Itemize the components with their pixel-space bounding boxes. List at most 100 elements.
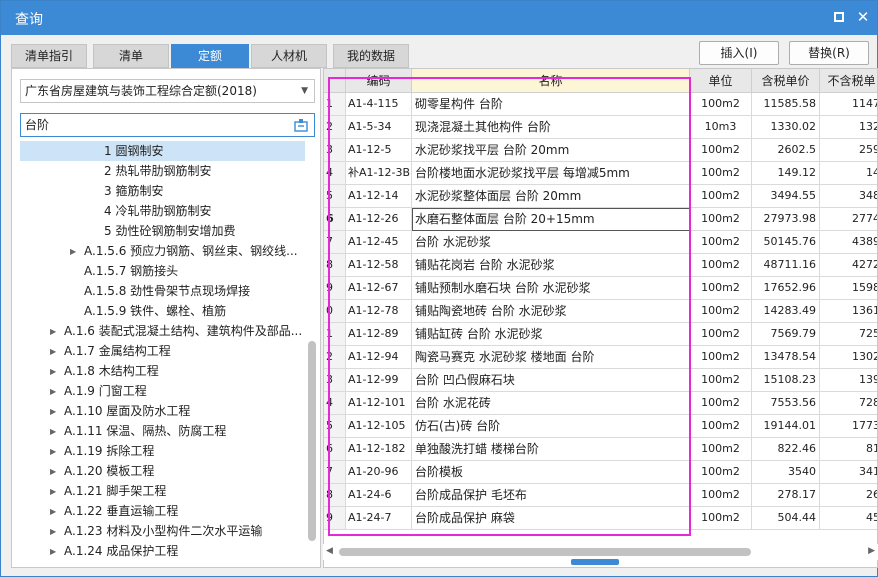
tree-node[interactable]: A.1.11 保温、隔热、防腐工程: [64, 421, 305, 441]
tree-scrollbar[interactable]: [306, 141, 318, 565]
tree-node[interactable]: A.1.10 屋面及防水工程: [64, 401, 305, 421]
expand-arrow-icon[interactable]: ▶: [50, 462, 60, 482]
row-index: 4: [324, 162, 346, 185]
table-row[interactable]: 0 A1-12-78 铺贴陶瓷地砖 台阶 水泥砂浆 100m2 14283.49 1361: [324, 300, 877, 323]
close-icon[interactable]: ✕: [855, 9, 871, 25]
notax-price-cell: 1773: [820, 415, 877, 438]
tab-labor-material[interactable]: 人材机: [251, 44, 327, 68]
tax-price-cell: 50145.76: [752, 231, 820, 254]
tab-bill[interactable]: 清单: [93, 44, 169, 68]
expand-arrow-icon[interactable]: ▶: [50, 422, 60, 442]
table-row[interactable]: 8A1-24-6台阶成品保护 毛坯布100m2278.1726: [324, 484, 877, 507]
expand-arrow-icon[interactable]: ▶: [50, 442, 60, 462]
scroll-right-icon[interactable]: ▶: [868, 546, 875, 556]
col-header-notax-price[interactable]: 不含税单: [820, 69, 877, 93]
expand-arrow-icon[interactable]: ▶: [50, 342, 60, 362]
notax-price-cell: 132: [820, 116, 877, 139]
tree-node[interactable]: 2 热轧带肋钢筋制安: [104, 161, 305, 181]
table-row[interactable]: 2 A1-5-34 现浇混凝土其他构件 台阶 10m3 1330.02 132: [324, 116, 877, 139]
table-row[interactable]: 8 A1-12-58 铺贴花岗岩 台阶 水泥砂浆 100m2 48711.16 4272: [324, 254, 877, 277]
tree-node[interactable]: A.1.9 门窗工程: [64, 381, 305, 401]
scroll-left-icon[interactable]: ◀: [326, 546, 333, 556]
tax-price-cell: 278.17: [752, 484, 820, 507]
expand-arrow-icon[interactable]: ▶: [50, 322, 60, 342]
expand-arrow-icon[interactable]: ▶: [50, 542, 60, 562]
expand-arrow-icon[interactable]: ▶: [70, 242, 80, 262]
tree-scrollbar-thumb[interactable]: [308, 341, 316, 541]
table-row[interactable]: 4 补A1-12-3B 台阶楼地面水泥砂浆找平层 每增减5mm 100m2 149.12…: [324, 162, 877, 185]
tax-price-cell: 13478.54: [752, 346, 820, 369]
tree-node-label: 1 圆钢制安: [104, 144, 164, 158]
expand-arrow-icon[interactable]: ▶: [50, 362, 60, 382]
tree-node[interactable]: 4 冷轧带肋钢筋制安: [104, 201, 305, 221]
tax-price-cell: 19144.01: [752, 415, 820, 438]
expand-arrow-icon[interactable]: ▶: [50, 402, 60, 422]
row-index: 8: [324, 254, 346, 277]
tree-node[interactable]: A.1.7 金属结构工程: [64, 341, 305, 361]
tree-node[interactable]: A.1.23 材料及小型构件二次水平运输: [64, 521, 305, 541]
search-input[interactable]: 台阶: [20, 113, 315, 137]
col-header-tax-price[interactable]: 含税单价: [752, 69, 820, 93]
tree-node[interactable]: A.1.8 木结构工程: [64, 361, 305, 381]
tree-node[interactable]: A.1.5.6 预应力钢筋、钢丝束、钢绞线...: [84, 241, 305, 261]
code-cell: A1-4-115: [346, 93, 412, 116]
table-row[interactable]: 6A1-12-182单独酸洗打蜡 楼梯台阶100m2822.4681: [324, 438, 877, 461]
restore-icon[interactable]: [831, 9, 847, 25]
table-hscrollbar[interactable]: ◀ ▶: [323, 544, 878, 560]
notax-price-cell: 139: [820, 369, 877, 392]
expand-arrow-icon[interactable]: ▶: [50, 382, 60, 402]
expand-arrow-icon[interactable]: ▶: [50, 482, 60, 502]
table-row[interactable]: 5 A1-12-105 仿石(古)砖 台阶 100m2 19144.01 1773: [324, 415, 877, 438]
table-row[interactable]: 2 A1-12-94 陶瓷马赛克 水泥砂浆 楼地面 台阶 100m2 13478.54 1…: [324, 346, 877, 369]
tree-node[interactable]: A.1.19 拆除工程: [64, 441, 305, 461]
tab-quota[interactable]: 定额: [171, 44, 249, 68]
tree-node[interactable]: 5 劲性砼钢筋制安增加费: [104, 221, 305, 241]
tree-node[interactable]: A.1.24 成品保护工程: [64, 541, 305, 561]
notax-price-cell: 4272: [820, 254, 877, 277]
panel-splitter-handle[interactable]: [571, 559, 619, 565]
tax-price-cell: 17652.96: [752, 277, 820, 300]
notax-price-cell: 45: [820, 507, 877, 530]
row-index: 5: [324, 185, 346, 208]
table-row[interactable]: 1 A1-12-89 铺贴缸砖 台阶 水泥砂浆 100m2 7569.79 725: [324, 323, 877, 346]
col-header-name[interactable]: 名称: [412, 69, 690, 93]
table-row[interactable]: 5 A1-12-14 水泥砂浆整体面层 台阶 20mm 100m2 3494.55 348: [324, 185, 877, 208]
notax-price-cell: 14: [820, 162, 877, 185]
tree-node[interactable]: A.1.21 脚手架工程: [64, 481, 305, 501]
tree-node[interactable]: A.1.6 装配式混凝土结构、建筑构件及部品...: [64, 321, 305, 341]
col-header-unit[interactable]: 单位: [690, 69, 752, 93]
chevron-down-icon[interactable]: ▼: [301, 80, 308, 102]
tree-node-label: 2 热轧带肋钢筋制安: [104, 164, 212, 178]
table-row[interactable]: 3 A1-12-99 台阶 凹凸假麻石块 100m2 15108.23 139: [324, 369, 877, 392]
quota-library-select[interactable]: 广东省房屋建筑与装饰工程综合定额(2018) ▼: [20, 79, 315, 103]
col-header-code[interactable]: 编码: [346, 69, 412, 93]
table-row[interactable]: 9A1-24-7台阶成品保护 麻袋100m2504.4445: [324, 507, 877, 530]
tree-node-label: A.1.19 拆除工程: [64, 444, 155, 458]
search-clear-icon[interactable]: [294, 118, 308, 132]
table-row[interactable]: 6 A1-12-26 水磨石整体面层 台阶 20+15mm 100m2 27973.98…: [324, 208, 877, 231]
table-row[interactable]: 9 A1-12-67 铺贴预制水磨石块 台阶 水泥砂浆 100m2 17652.96 15…: [324, 277, 877, 300]
table-row[interactable]: 7 A1-12-45 台阶 水泥砂浆 100m2 50145.76 4389: [324, 231, 877, 254]
insert-button[interactable]: 插入(I): [699, 41, 779, 65]
replace-button[interactable]: 替换(R): [789, 41, 869, 65]
tree-node[interactable]: A.1.22 垂直运输工程: [64, 501, 305, 521]
expand-arrow-icon[interactable]: ▶: [50, 522, 60, 542]
expand-arrow-icon[interactable]: ▶: [50, 502, 60, 522]
table-row[interactable]: 7 A1-20-96 台阶模板 100m2 3540 341: [324, 461, 877, 484]
tab-my-data[interactable]: 我的数据: [333, 44, 409, 68]
tree-node-label: A.1.22 垂直运输工程: [64, 504, 179, 518]
tree-node[interactable]: A.1.5.7 钢筋接头: [84, 261, 305, 281]
tree-node[interactable]: A.1.5.8 劲性骨架节点现场焊接: [84, 281, 305, 301]
tree-node[interactable]: 3 箍筋制安: [104, 181, 305, 201]
tree-node[interactable]: A.1.5.9 铁件、螺栓、植筋: [84, 301, 305, 321]
hscrollbar-thumb[interactable]: [339, 548, 751, 556]
tree-node[interactable]: A.1.20 模板工程: [64, 461, 305, 481]
table-row[interactable]: 3 A1-12-5 水泥砂浆找平层 台阶 20mm 100m2 2602.5 259: [324, 139, 877, 162]
tree-node[interactable]: 1 圆钢制安: [20, 141, 305, 161]
quota-library-value: 广东省房屋建筑与装饰工程综合定额(2018): [25, 84, 257, 98]
tax-price-cell: 7569.79: [752, 323, 820, 346]
title-bar[interactable]: 查询 ✕: [1, 1, 877, 35]
tab-bill-guide[interactable]: 清单指引: [11, 44, 87, 68]
table-row[interactable]: 1 A1-4-115 砌零星构件 台阶 100m2 11585.58 1147: [324, 93, 877, 116]
table-row[interactable]: 4 A1-12-101 台阶 水泥花砖 100m2 7553.56 728: [324, 392, 877, 415]
